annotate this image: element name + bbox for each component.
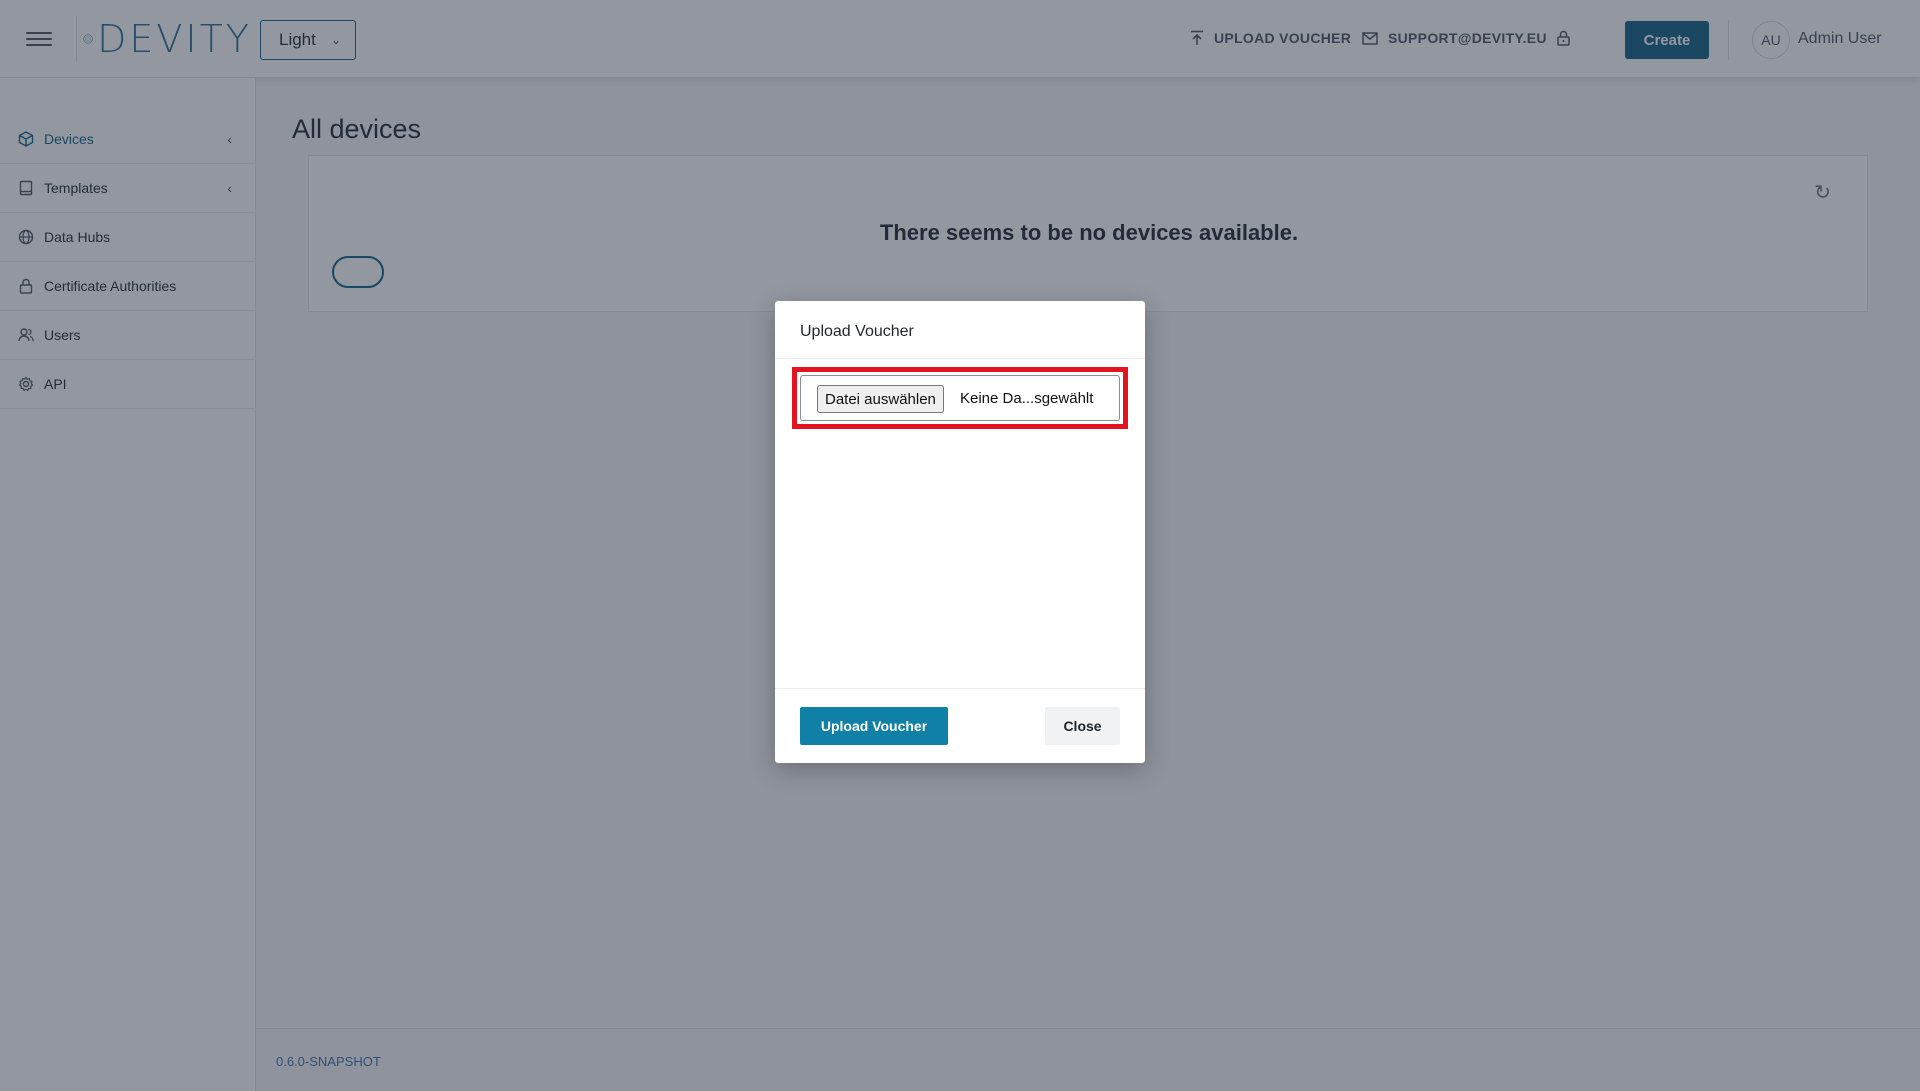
- dialog-divider: [775, 358, 1145, 359]
- choose-file-button[interactable]: Datei auswählen: [817, 385, 944, 413]
- upload-voucher-button[interactable]: Upload Voucher: [800, 707, 948, 745]
- file-status-text: Keine Da...sgewählt: [960, 390, 1094, 407]
- file-input[interactable]: Datei auswählen Keine Da...sgewählt: [800, 375, 1120, 421]
- close-button[interactable]: Close: [1045, 707, 1120, 745]
- dialog-footer-divider: [775, 688, 1145, 689]
- upload-voucher-dialog: Upload Voucher Datei auswählen Keine Da.…: [775, 301, 1145, 763]
- dialog-title: Upload Voucher: [800, 323, 914, 340]
